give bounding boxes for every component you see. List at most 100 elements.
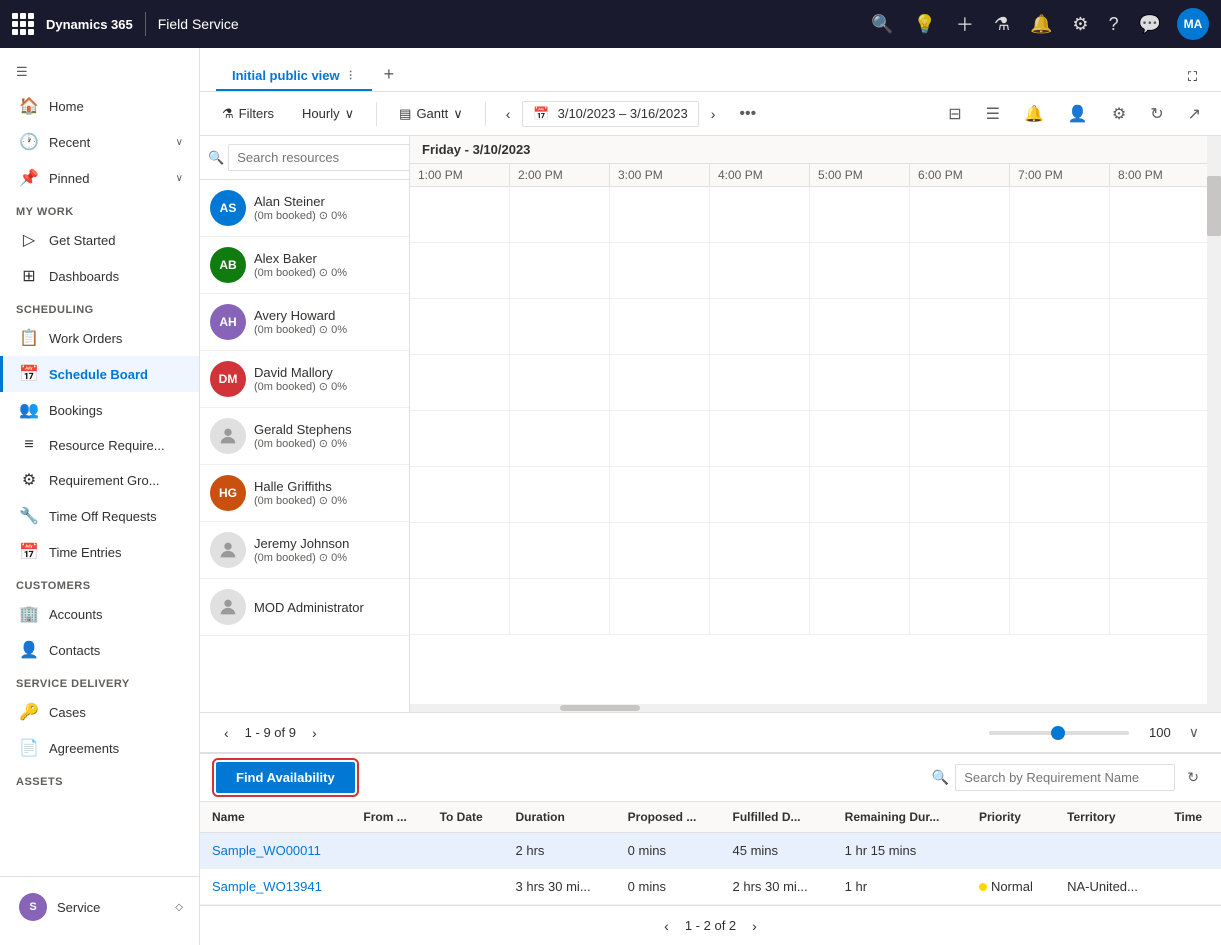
add-icon[interactable]: ＋ [952, 7, 978, 41]
sidebar-item-workorders[interactable]: 📋 Work Orders [0, 320, 199, 356]
gantt-cell[interactable] [1110, 411, 1210, 466]
find-availability-button[interactable]: Find Availability [216, 762, 355, 793]
gantt-cell[interactable] [410, 187, 510, 242]
prev-date-button[interactable]: ‹ [498, 101, 519, 127]
gantt-cell[interactable] [610, 299, 710, 354]
gantt-cell[interactable] [710, 523, 810, 578]
resource-item[interactable]: AH Avery Howard (0m booked) ⊙ 0% [200, 294, 409, 351]
table-header-cell[interactable]: Fulfilled D... [721, 802, 833, 833]
gantt-cell[interactable] [610, 579, 710, 634]
gantt-cell[interactable] [1110, 355, 1210, 410]
gantt-cell[interactable] [910, 243, 1010, 298]
table-header-cell[interactable]: Name [200, 802, 351, 833]
table-header-cell[interactable]: Time [1162, 802, 1221, 833]
sidebar-item-agreements[interactable]: 📄 Agreements [0, 730, 199, 766]
gantt-cell[interactable] [1010, 299, 1110, 354]
req-link[interactable]: Sample_WO00011 [212, 843, 321, 858]
gantt-cell[interactable] [610, 523, 710, 578]
sidebar-item-cases[interactable]: 🔑 Cases [0, 694, 199, 730]
sidebar-item-service[interactable]: S Service ◇ [0, 885, 199, 929]
sidebar-toggle[interactable]: ☰ [0, 56, 199, 88]
gantt-cell[interactable] [910, 299, 1010, 354]
gantt-cell[interactable] [410, 299, 510, 354]
person-add-icon[interactable]: 👤 [1060, 99, 1096, 129]
help-icon[interactable]: ? [1105, 10, 1123, 39]
bottom-refresh-button[interactable]: ↻ [1181, 765, 1205, 790]
board-view-icon[interactable]: ⊟ [940, 99, 969, 129]
resource-item[interactable]: AB Alex Baker (0m booked) ⊙ 0% [200, 237, 409, 294]
user-avatar[interactable]: MA [1177, 8, 1209, 40]
refresh-icon[interactable]: ↻ [1142, 99, 1171, 129]
sidebar-item-dashboards[interactable]: ⊞ Dashboards [0, 258, 199, 294]
gantt-cell[interactable] [1010, 187, 1110, 242]
prev-page-button[interactable]: ‹ [216, 721, 237, 745]
gantt-cell[interactable] [810, 187, 910, 242]
sidebar-item-timeentries[interactable]: 📅 Time Entries [0, 534, 199, 570]
gantt-cell[interactable] [410, 243, 510, 298]
gantt-cell[interactable] [1010, 411, 1110, 466]
gantt-cell[interactable] [1110, 523, 1210, 578]
gantt-right-scrollbar-thumb[interactable] [1207, 176, 1221, 236]
sidebar-item-timeoffrequests[interactable]: 🔧 Time Off Requests [0, 498, 199, 534]
bell-icon[interactable]: 🔔 [1026, 10, 1056, 39]
requirement-search-input[interactable] [955, 764, 1175, 791]
gantt-cell[interactable] [610, 187, 710, 242]
gantt-cell[interactable] [810, 411, 910, 466]
gantt-cell[interactable] [810, 355, 910, 410]
resource-item[interactable]: Gerald Stephens (0m booked) ⊙ 0% [200, 408, 409, 465]
sidebar-item-getstarted[interactable]: ▷ Get Started [0, 222, 199, 258]
gantt-cell[interactable] [710, 299, 810, 354]
gantt-cell[interactable] [910, 187, 1010, 242]
gantt-cell[interactable] [610, 243, 710, 298]
resource-item[interactable]: Jeremy Johnson (0m booked) ⊙ 0% [200, 522, 409, 579]
gantt-cell[interactable] [710, 579, 810, 634]
gantt-cell[interactable] [1010, 355, 1110, 410]
gantt-cell[interactable] [510, 579, 610, 634]
gantt-cell[interactable] [510, 467, 610, 522]
table-header-cell[interactable]: Remaining Dur... [833, 802, 967, 833]
gantt-cell[interactable] [1010, 579, 1110, 634]
sidebar-item-accounts[interactable]: 🏢 Accounts [0, 596, 199, 632]
table-header-cell[interactable]: From ... [351, 802, 427, 833]
resource-item[interactable]: DM David Mallory (0m booked) ⊙ 0% [200, 351, 409, 408]
chat-icon[interactable]: 💬 [1135, 10, 1165, 39]
table-header-cell[interactable]: To Date [428, 802, 504, 833]
gantt-cell[interactable] [810, 523, 910, 578]
gantt-cell[interactable] [810, 467, 910, 522]
table-header-cell[interactable]: Priority [967, 802, 1055, 833]
view-selector[interactable]: Hourly ∨ [292, 101, 364, 127]
sidebar-item-contacts[interactable]: 👤 Contacts [0, 632, 199, 668]
gantt-scrollbar[interactable] [410, 704, 1221, 712]
next-page-button[interactable]: › [304, 721, 325, 745]
sidebar-item-resourcerequire[interactable]: ≡ Resource Require... [0, 428, 199, 462]
gantt-cell[interactable] [810, 299, 910, 354]
table-header-cell[interactable]: Duration [504, 802, 616, 833]
gantt-cell[interactable] [410, 467, 510, 522]
gantt-cell[interactable] [1010, 243, 1110, 298]
gantt-cell[interactable] [610, 411, 710, 466]
gantt-cell[interactable] [1010, 467, 1110, 522]
gantt-cell[interactable] [710, 355, 810, 410]
next-req-page-button[interactable]: › [744, 914, 765, 938]
gantt-cell[interactable] [1110, 299, 1210, 354]
gantt-cell[interactable] [410, 355, 510, 410]
gantt-selector[interactable]: ▤ Gantt ∨ [389, 101, 473, 127]
expand-icon[interactable]: ↗ [1180, 99, 1209, 129]
app-launcher-icon[interactable] [12, 13, 34, 35]
list-view-icon[interactable]: ☰ [978, 99, 1008, 129]
gantt-cell[interactable] [510, 243, 610, 298]
gantt-cell[interactable] [710, 467, 810, 522]
resource-item[interactable]: MOD Administrator [200, 579, 409, 636]
search-icon[interactable]: 🔍 [867, 10, 897, 39]
req-link[interactable]: Sample_WO13941 [212, 879, 322, 894]
sidebar-item-scheduleboard[interactable]: 📅 Schedule Board [0, 356, 199, 392]
gantt-cell[interactable] [410, 579, 510, 634]
gantt-right-scrollbar[interactable] [1207, 136, 1221, 712]
gantt-cell[interactable] [610, 355, 710, 410]
fullscreen-icon[interactable]: ⛶ [1180, 63, 1205, 91]
settings-icon[interactable]: ⚙ [1068, 10, 1092, 39]
lightbulb-icon[interactable]: 💡 [909, 10, 939, 39]
gantt-cell[interactable] [1110, 243, 1210, 298]
search-input[interactable] [228, 144, 410, 171]
zoom-slider[interactable] [989, 731, 1129, 735]
